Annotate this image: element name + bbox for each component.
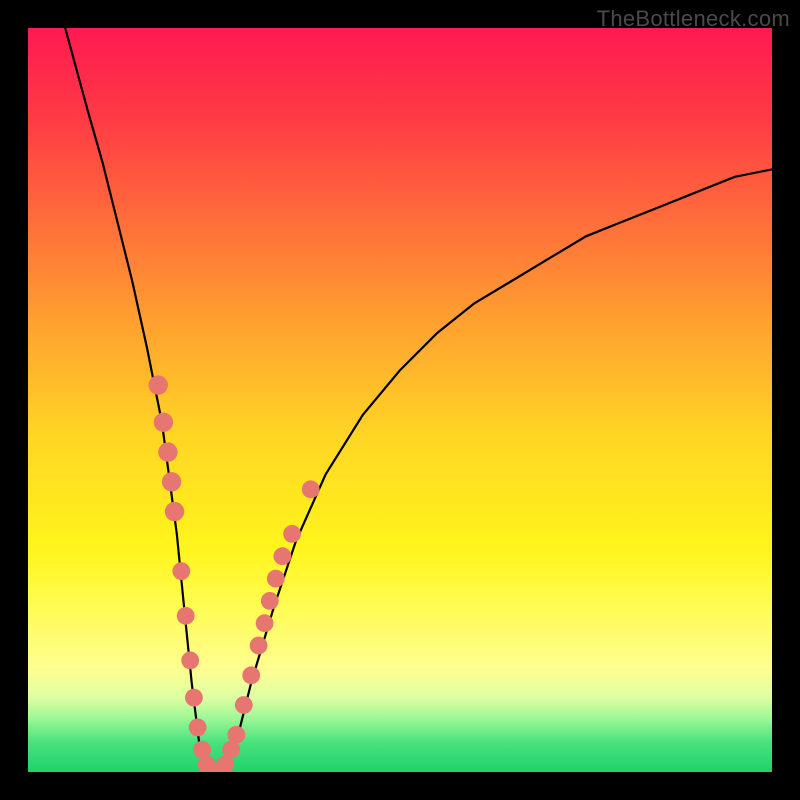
curve-marker (256, 614, 274, 632)
curve-marker (177, 607, 195, 625)
chart-container: TheBottleneck.com (0, 0, 800, 800)
curve-marker (267, 570, 285, 588)
curve-marker (283, 525, 301, 543)
curve-marker (158, 442, 177, 461)
curve-marker (274, 547, 292, 565)
curve-marker (227, 726, 245, 744)
curve-markers (149, 375, 320, 772)
curve-marker (189, 719, 207, 737)
curve-marker (242, 666, 260, 684)
bottleneck-curve (65, 28, 772, 772)
curve-marker (302, 480, 320, 498)
curve-marker (162, 472, 181, 491)
curve-marker (172, 562, 190, 580)
curve-marker (250, 637, 268, 655)
curve-marker (181, 652, 199, 670)
curve-marker (261, 592, 279, 610)
curve-marker (185, 689, 203, 707)
curve-marker (235, 696, 253, 714)
curve-marker (165, 502, 184, 521)
plot-area (28, 28, 772, 772)
curve-marker (149, 375, 168, 394)
curve-marker (154, 413, 173, 432)
curve-svg (28, 28, 772, 772)
